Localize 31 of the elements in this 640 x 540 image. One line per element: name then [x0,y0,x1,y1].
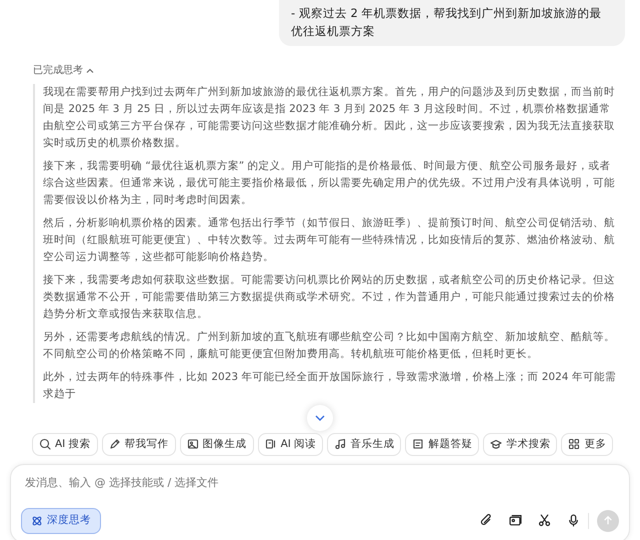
document-icon [412,438,424,450]
scissors-button[interactable] [538,514,551,528]
music-icon [334,438,346,450]
grid-icon [568,438,580,450]
tool-chip[interactable]: 图像生成 [180,432,254,456]
graduation-cap-icon [490,438,502,450]
thinking-paragraph: 我现在需要帮用户找到过去两年广州到新加坡旅游的最优往返机票方案。首先，用户的问题涉及到历史数据，而当前时间是 2025 年 3 月 25 日，所以过去两年应该是指 2023 年 3 月到 2025 年 3 月这段时间。不过，机票价格数据通常由航空公司或第三方平台保存，可能需要访问这些数据才能准确分析。因此，这一步应该要搜索，因为我无法直接获取实时或历史的机票价格数据。 [43,84,616,150]
attach-button[interactable] [480,514,493,528]
tool-chip[interactable]: 帮我写作 [102,432,176,456]
image-icon [186,438,199,450]
pen-icon [108,438,121,450]
thinking-paragraph: 接下来，我需要考虑如何获取这些数据。可能需要访问机票比价网站的历史数据，或者航空公司的历史价格记录。但这类数据通常不公开，可能需要借助第三方数据提供商或学术研究。不过，作为普通用户，可能只能通过搜索过去的价格趋势分析文章或报告来获取信息。 [43,272,616,322]
tool-chip[interactable]: AI 阅读 [258,432,324,456]
image-button[interactable] [509,514,522,528]
tool-chip[interactable]: 学术搜索 [483,432,558,456]
tool-chip[interactable]: AI 搜索 [32,432,98,456]
tool-chip[interactable]: 音乐生成 [327,432,402,456]
user-message-bubble: - 观察过去 2 年机票数据，帮我找到广州到新加坡旅游的最优往返机票方案 [279,0,625,46]
thinking-toggle[interactable]: 已完成思考 [33,63,94,78]
thinking-paragraph: 接下来，我需要明确 “最优往返机票方案” 的定义。用户可能指的是价格最低、时间最方便、航空公司服务最好，或者综合这些因素。但通常来说，最优可能主要指价格最低，所以需要先确定用户的优先级。不过用户没有具体说明，可能需要假设以价格为主，同时考虑时间因素。 [43,158,616,208]
tool-chip[interactable]: 更多 [561,432,614,456]
thinking-paragraph: 然后，分析影响机票价格的因素。通常包括出行季节（如节假日、旅游旺季）、提前预订时间、航空公司促销活动、航班时间（红眼航班可能更便宜）、中转次数等。过去两年可能有一些特殊情况，比如疫情后的复苏、燃油价格波动、航空公司运力调整等，这些都可能影响价格趋势。 [43,216,616,264]
atom-icon [31,514,43,527]
chevron-up-icon [86,66,94,74]
arrow-up-icon [603,515,613,526]
search-icon [39,438,51,450]
microphone-button[interactable] [567,514,580,528]
tool-chip[interactable]: 解题答疑 [405,432,480,456]
thinking-paragraph: 此外，过去两年的特殊事件，比如 2023 年可能已经全面开放国际旅行，导致需求激增，价格上涨；而 2024 年可能需求趋于 [43,370,617,402]
thinking-paragraph: 另外，还需要考虑航线的情况。广州到新加坡的直飞航班有哪些航空公司？比如中国南方航空、新加坡航空、酷航等。不同航空公司的价格策略不同，廉航可能更便宜但附加费用高。转机航班可能价格更低，但耗时更长。 [43,330,616,362]
deep-think-button[interactable]: 深度思考 [21,508,101,534]
